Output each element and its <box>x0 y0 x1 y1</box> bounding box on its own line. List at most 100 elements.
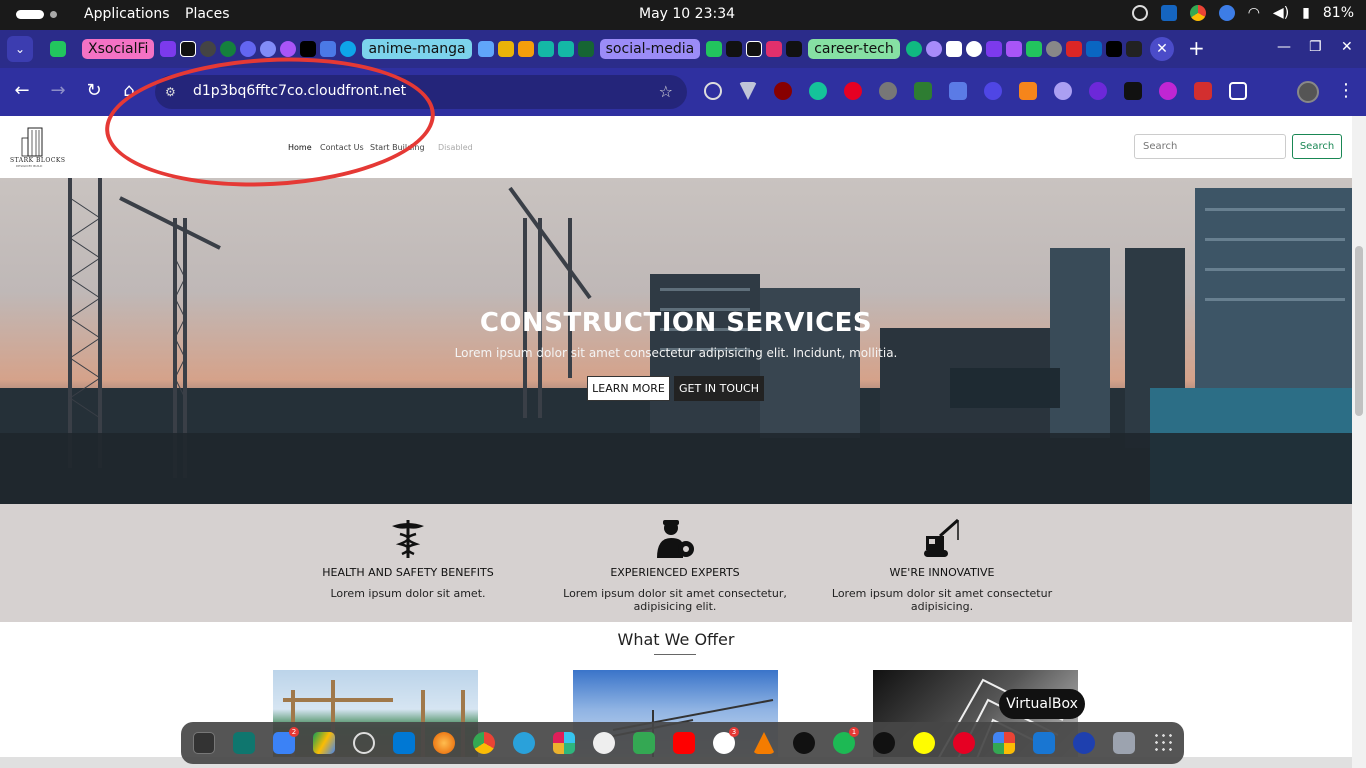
tab-favicon-icon[interactable] <box>497 41 514 57</box>
places-menu[interactable]: Places <box>185 6 230 22</box>
tab-favicon-icon[interactable] <box>1005 41 1022 57</box>
close-tab-icon[interactable]: ✕ <box>1150 37 1174 61</box>
tab-favicon-icon[interactable] <box>706 41 723 57</box>
tab-favicon-icon[interactable] <box>200 41 217 57</box>
tab-favicon-icon[interactable] <box>1085 41 1102 57</box>
monitor-app-icon[interactable] <box>1073 732 1095 754</box>
tab-favicon-icon[interactable] <box>1105 41 1122 57</box>
forward-icon[interactable]: → <box>47 80 69 102</box>
tab-group-anime-manga[interactable]: anime-manga <box>362 39 472 59</box>
chart-favicon-icon[interactable] <box>50 41 66 57</box>
get-in-touch-button[interactable]: GET IN TOUCH <box>674 376 764 401</box>
scrollbar-thumb[interactable] <box>1355 246 1363 416</box>
files-icon[interactable]: 2 <box>273 727 299 754</box>
activities-indicator[interactable] <box>16 10 44 19</box>
openai-icon[interactable] <box>1131 5 1148 21</box>
metamask-icon[interactable] <box>1019 82 1037 100</box>
tab-favicon-icon[interactable] <box>1125 41 1142 57</box>
tab-favicon-icon[interactable] <box>260 41 277 57</box>
tab-favicon-icon[interactable] <box>220 41 237 57</box>
tab-favicon-icon[interactable] <box>537 41 554 57</box>
chatgpt-icon[interactable] <box>353 732 375 754</box>
tab-group-social-media[interactable]: social-media <box>599 39 701 59</box>
applications-menu[interactable]: Applications <box>84 6 170 22</box>
vscode-icon[interactable] <box>393 732 415 754</box>
virtualbox-icon[interactable] <box>1033 732 1055 754</box>
tab-favicon-icon[interactable] <box>577 41 594 57</box>
trash-icon[interactable] <box>1113 732 1135 754</box>
clock[interactable]: May 10 23:34 <box>639 6 735 22</box>
vue-devtools-icon[interactable] <box>739 82 757 100</box>
tab-favicon-icon[interactable] <box>320 41 337 57</box>
tab-favicon-icon[interactable] <box>985 41 1002 57</box>
acrobat-icon[interactable] <box>1194 82 1212 100</box>
tab-favicon-icon[interactable] <box>766 41 783 57</box>
extension-icon[interactable] <box>1089 82 1107 100</box>
back-icon[interactable]: ← <box>11 80 33 102</box>
tab-favicon-icon[interactable] <box>340 41 357 57</box>
volume-icon[interactable]: ◀) <box>1273 5 1289 21</box>
tab-favicon-icon[interactable] <box>300 41 317 57</box>
extension-icon[interactable] <box>1124 82 1142 100</box>
tab-favicon-icon[interactable] <box>280 41 297 57</box>
screenshot-app-icon[interactable] <box>233 732 255 754</box>
phantom-icon[interactable] <box>1054 82 1072 100</box>
whatsapp-icon[interactable]: 3 <box>713 727 739 754</box>
grammarly-icon[interactable] <box>809 82 827 100</box>
extension-icon[interactable] <box>879 82 897 100</box>
tab-favicon-icon[interactable] <box>1045 41 1062 57</box>
react-devtools-icon[interactable] <box>704 82 722 100</box>
wifi-icon[interactable]: ◠ <box>1248 5 1260 21</box>
chrome-dock-icon[interactable] <box>473 732 495 754</box>
firefox-icon[interactable] <box>433 732 455 754</box>
menu-kebab-icon[interactable]: ⋮ <box>1337 80 1355 101</box>
bookmark-star-icon[interactable]: ☆ <box>659 82 673 101</box>
close-window-icon[interactable]: ✕ <box>1341 39 1353 55</box>
tiktok-icon[interactable] <box>793 732 815 754</box>
youtube-icon[interactable] <box>673 732 695 754</box>
app-grid-icon[interactable] <box>1153 732 1175 754</box>
github-icon[interactable] <box>593 732 615 754</box>
maps-icon[interactable] <box>633 732 655 754</box>
pinterest-dock-icon[interactable] <box>953 732 975 754</box>
tree-extension-icon[interactable] <box>914 82 932 100</box>
translate-icon[interactable] <box>949 82 967 100</box>
pinterest-icon[interactable] <box>844 82 862 100</box>
battery-icon[interactable]: ▮ <box>1302 5 1310 21</box>
spotify-icon[interactable]: 1 <box>833 727 859 754</box>
terminal-icon[interactable] <box>193 732 215 754</box>
site-search-button[interactable]: Search <box>1292 134 1342 159</box>
tab-favicon-icon[interactable] <box>517 41 534 57</box>
tab-favicon-icon[interactable] <box>180 41 197 57</box>
extension-icon[interactable] <box>1159 82 1177 100</box>
new-tab-button[interactable]: + <box>1188 36 1205 60</box>
tab-favicon-icon[interactable] <box>905 41 922 57</box>
tab-favicon-icon[interactable] <box>925 41 942 57</box>
workspace-dot[interactable] <box>50 11 57 18</box>
telegram-icon[interactable] <box>513 732 535 754</box>
tab-group-career-tech[interactable]: career-tech <box>808 39 900 59</box>
site-search-input[interactable] <box>1134 134 1286 159</box>
tab-favicon-icon[interactable] <box>965 41 982 57</box>
photos-icon[interactable] <box>993 732 1015 754</box>
tab-search-chevron-icon[interactable]: ⌄ <box>7 36 33 62</box>
tab-favicon-icon[interactable] <box>786 41 803 57</box>
x-icon[interactable] <box>873 732 895 754</box>
ublock-icon[interactable] <box>774 82 792 100</box>
page-scrollbar[interactable] <box>1352 116 1366 768</box>
profile-avatar[interactable] <box>1297 81 1319 103</box>
tab-favicon-icon[interactable] <box>160 41 177 57</box>
tab-group-xsocialfi[interactable]: XsocialFi <box>82 39 155 59</box>
tab-favicon-icon[interactable] <box>557 41 574 57</box>
tab-favicon-icon[interactable] <box>726 41 743 57</box>
maximize-icon[interactable]: ❐ <box>1309 39 1322 55</box>
bluetooth-app-icon[interactable] <box>1160 5 1177 21</box>
minimize-icon[interactable]: — <box>1277 39 1291 55</box>
bluetooth-icon[interactable] <box>1218 5 1235 21</box>
tab-favicon-icon[interactable] <box>945 41 962 57</box>
google-drive-icon[interactable] <box>313 732 335 754</box>
tab-favicon-icon[interactable] <box>477 41 494 57</box>
tab-favicon-icon[interactable] <box>1025 41 1042 57</box>
tab-favicon-icon[interactable] <box>1065 41 1082 57</box>
snapchat-icon[interactable] <box>913 732 935 754</box>
